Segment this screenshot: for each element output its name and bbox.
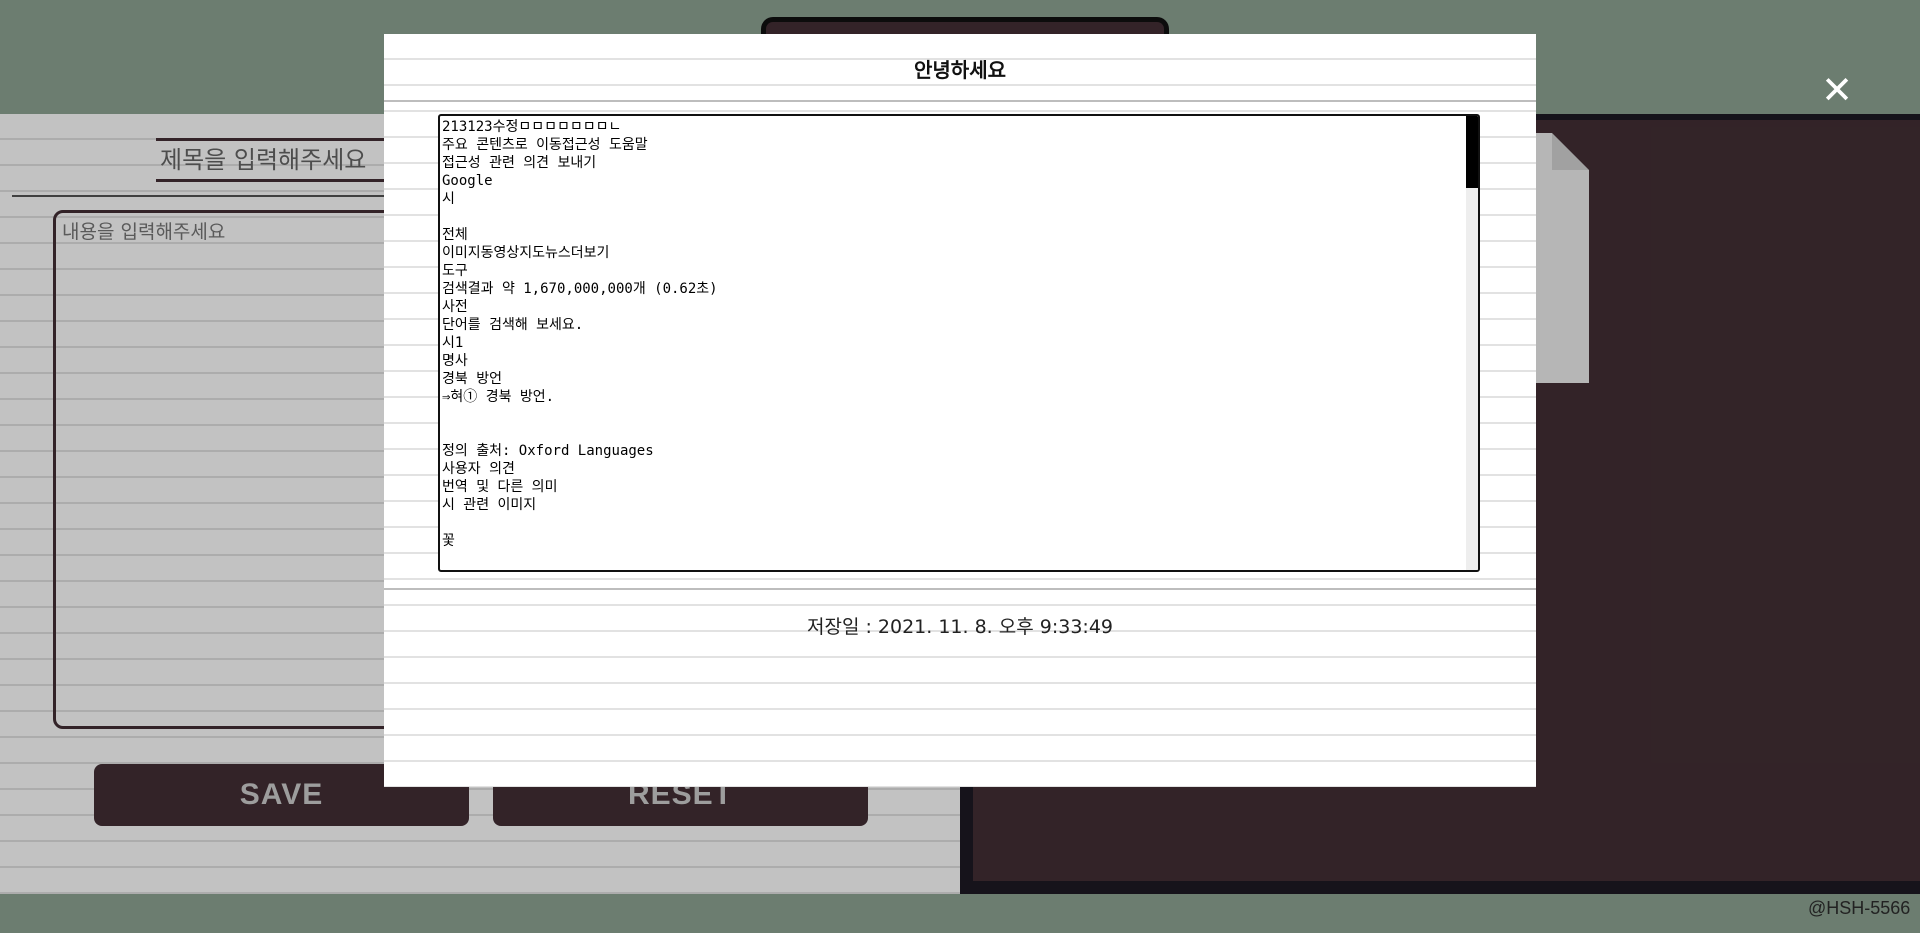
content-scrollbar[interactable] <box>1466 116 1478 570</box>
scrollbar-thumb[interactable] <box>1466 116 1478 188</box>
modal-header-divider <box>384 100 1536 102</box>
memo-detail-modal: 안녕하세요 213123수정ㅁㅁㅁㅁㅁㅁㅁㄴ 주요 콘텐츠로 이동접근성 도움말… <box>384 34 1536 787</box>
modal-footer-divider <box>384 588 1536 590</box>
credit-text: @HSH-5566 <box>1808 898 1911 918</box>
close-icon[interactable]: ✕ <box>1817 70 1857 110</box>
saved-date: 저장일 : 2021. 11. 8. 오후 9:33:49 <box>806 616 1114 638</box>
memo-content-text: 213123수정ㅁㅁㅁㅁㅁㅁㅁㄴ 주요 콘텐츠로 이동접근성 도움말 접근성 관… <box>442 119 718 549</box>
memo-content-box[interactable]: 213123수정ㅁㅁㅁㅁㅁㅁㅁㄴ 주요 콘텐츠로 이동접근성 도움말 접근성 관… <box>438 114 1480 572</box>
modal-title: 안녕하세요 <box>914 58 1006 82</box>
